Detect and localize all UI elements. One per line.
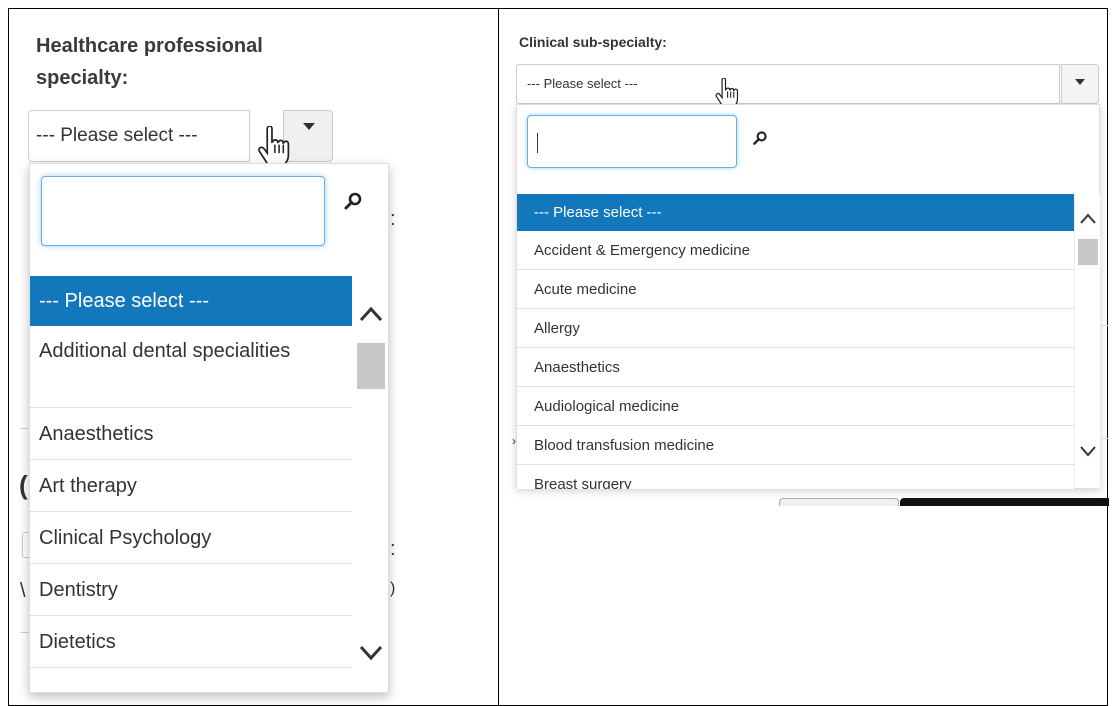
sub-specialty-select[interactable]: --- Please select --- <box>516 64 1099 104</box>
background-text-fragment: ) <box>390 580 396 597</box>
chevron-up-icon[interactable] <box>1079 210 1097 228</box>
option-additional-dental-specialities[interactable]: Additional dental specialities <box>30 326 352 408</box>
background-button-fragment <box>779 498 899 506</box>
text-cursor <box>537 133 538 153</box>
sub-specialty-dropdown: --- Please select --- Accident & Emergen… <box>516 104 1100 489</box>
caret-down-icon <box>303 123 315 130</box>
background-divider <box>1100 438 1108 439</box>
option-breast-surgery[interactable]: Breast surgery <box>517 465 1074 489</box>
option-blood-transfusion-medicine[interactable]: Blood transfusion medicine <box>517 426 1074 465</box>
option-anaesthetics[interactable]: Anaesthetics <box>30 408 352 460</box>
search-icon <box>753 131 767 145</box>
option-dietetics[interactable]: Dietetics <box>30 616 352 668</box>
search-icon <box>344 192 362 210</box>
option-acute-medicine[interactable]: Acute medicine <box>517 270 1074 309</box>
specialty-search-input[interactable] <box>41 176 325 246</box>
sub-specialty-label: Clinical sub-specialty: <box>519 34 667 50</box>
specialty-label: Healthcare professional specialty: <box>36 35 263 89</box>
sub-specialty-options-list: --- Please select --- Accident & Emergen… <box>517 194 1074 489</box>
background-text-fragment: ( <box>19 470 28 500</box>
sub-specialty-select-value[interactable]: --- Please select --- <box>516 64 1060 104</box>
chevron-down-icon[interactable] <box>358 639 384 667</box>
background-text-fragment: : <box>390 538 396 560</box>
specialty-select-value[interactable]: --- Please select --- <box>28 110 250 162</box>
option-dentistry[interactable]: Dentistry <box>30 564 352 616</box>
scrollbar-thumb[interactable] <box>1078 239 1098 265</box>
specialty-options-list: --- Please select --- Additional dental … <box>30 276 352 692</box>
chevron-down-icon[interactable] <box>1079 442 1097 460</box>
option-clinical-psychology[interactable]: Clinical Psychology <box>30 512 352 564</box>
sub-specialty-scrollbar[interactable] <box>1074 194 1100 488</box>
option-anaesthetics[interactable]: Anaesthetics <box>517 348 1074 387</box>
panel-divider <box>498 8 499 706</box>
chevron-up-icon[interactable] <box>358 300 384 328</box>
specialty-dropdown: --- Please select --- Additional dental … <box>29 163 389 693</box>
sub-specialty-dropdown-toggle[interactable] <box>1061 64 1099 104</box>
caret-down-icon <box>1075 79 1085 85</box>
option-please-select[interactable]: --- Please select --- <box>517 194 1074 231</box>
scrollbar-thumb[interactable] <box>357 343 385 389</box>
sub-specialty-search-input[interactable] <box>527 115 737 168</box>
option-allergy[interactable]: Allergy <box>517 309 1074 348</box>
option-audiological-medicine[interactable]: Audiological medicine <box>517 387 1074 426</box>
background-text-fragment: › <box>512 434 516 448</box>
specialty-scrollbar[interactable] <box>354 300 388 692</box>
background-divider <box>1100 325 1108 326</box>
option-please-select[interactable]: --- Please select --- <box>30 276 352 326</box>
background-text-fragment: \ <box>20 580 26 602</box>
option-accident-emergency-medicine[interactable]: Accident & Emergency medicine <box>517 231 1074 270</box>
background-text-fragment: : <box>390 208 396 230</box>
option-art-therapy[interactable]: Art therapy <box>30 460 352 512</box>
background-button-fragment <box>900 498 1109 506</box>
